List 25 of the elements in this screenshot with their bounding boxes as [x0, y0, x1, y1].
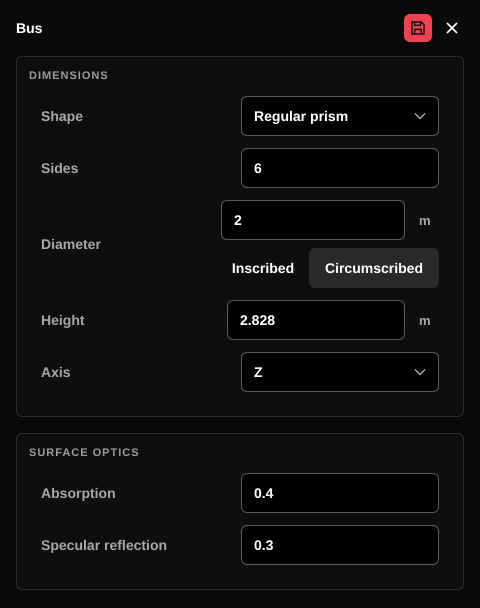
dropdown[interactable]: Regular prism [241, 96, 439, 136]
input-field[interactable]: 6 [241, 148, 439, 188]
unit-label: m [419, 312, 431, 328]
unit-label: m [419, 212, 431, 228]
chevron-down-icon [414, 368, 426, 376]
field-label: Specular reflection [41, 537, 168, 553]
field-label: Axis [41, 364, 72, 380]
input-field[interactable]: 2.828 [227, 300, 405, 340]
dropdown[interactable]: Z [241, 352, 439, 392]
field-label: Absorption [41, 485, 117, 501]
toggle-option[interactable]: Circumscribed [309, 248, 439, 288]
window-title: Bus [16, 20, 44, 36]
field-label: Diameter [41, 236, 102, 252]
section-title: DIMENSIONS [29, 70, 110, 82]
input-field[interactable]: 0.3 [241, 525, 439, 565]
chevron-down-icon [414, 112, 426, 120]
toggle-option[interactable]: Inscribed [221, 248, 305, 288]
field-label: Shape [41, 108, 84, 124]
input-field[interactable]: 0.4 [241, 473, 439, 513]
save-button[interactable] [404, 14, 432, 42]
close-icon [446, 22, 458, 34]
field-label: Sides [41, 160, 80, 176]
field-label: Height [41, 312, 86, 328]
input-field[interactable]: 2 [221, 200, 405, 240]
section-title: SURFACE OPTICS [29, 447, 141, 459]
